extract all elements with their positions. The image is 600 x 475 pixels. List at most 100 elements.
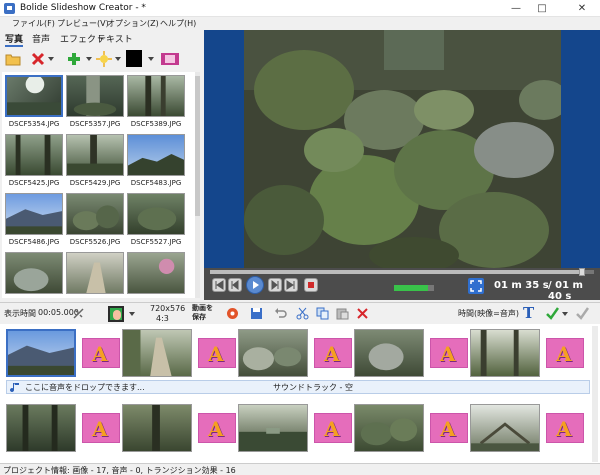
volume-level xyxy=(394,285,428,291)
delete-icon[interactable] xyxy=(30,51,46,67)
storyboard-transition[interactable]: A xyxy=(314,338,352,368)
gallery-thumbnail[interactable] xyxy=(5,134,63,176)
slide-controls: 表示時間 00:05.000 720x576 4:3 動画を保存 時間(映像=音… xyxy=(0,302,600,324)
stop-button[interactable] xyxy=(304,278,318,292)
gallery-thumbnail[interactable] xyxy=(127,252,185,294)
effect-dropdown-icon[interactable] xyxy=(115,57,121,61)
maximize-button[interactable]: □ xyxy=(530,0,554,17)
volume-slider[interactable] xyxy=(394,285,434,291)
paste-icon[interactable] xyxy=(336,307,349,320)
menu-preview[interactable]: プレビュー(V) xyxy=(57,18,109,29)
storyboard-transition[interactable]: A xyxy=(430,338,468,368)
storyboard-transition[interactable]: A xyxy=(546,413,584,443)
skip-end-button[interactable] xyxy=(284,278,298,292)
storyboard-slide[interactable] xyxy=(470,329,540,377)
delete-dropdown-icon[interactable] xyxy=(48,57,54,61)
storyboard-scrollbar[interactable] xyxy=(592,326,598,462)
window-title: Bolide Slideshow Creator - * xyxy=(20,3,146,13)
photo-gallery: DSCF5354.JPG DSCF5357.JPG DSCF5389.JPG D… xyxy=(2,72,196,298)
total-time: / 01 m 40 s xyxy=(548,280,583,302)
gallery-thumbnail[interactable] xyxy=(127,134,185,176)
music-note-icon xyxy=(10,383,19,393)
storyboard-transition[interactable]: A xyxy=(314,413,352,443)
undo-icon[interactable] xyxy=(274,307,287,320)
gallery-label: DSCF5354.JPG xyxy=(8,120,60,128)
sparkle-icon[interactable] xyxy=(96,51,112,67)
remove-icon[interactable] xyxy=(356,307,369,320)
gallery-scrollbar-thumb[interactable] xyxy=(195,76,200,216)
resolution-text[interactable]: 720x576 xyxy=(150,304,185,313)
gallery-thumbnail[interactable] xyxy=(5,252,63,294)
open-folder-icon[interactable] xyxy=(5,51,21,67)
gallery-thumbnail[interactable] xyxy=(5,193,63,235)
aspect-text[interactable]: 4:3 xyxy=(156,314,169,323)
save-video-button[interactable]: 動画を保存 xyxy=(192,304,216,322)
soundtrack-label: サウンドトラック - 空 xyxy=(273,383,353,392)
color-dropdown-icon[interactable] xyxy=(148,57,154,61)
storyboard-transition[interactable]: A xyxy=(82,338,120,368)
time-mode-label[interactable]: 時間(映像=音声) xyxy=(458,308,519,319)
sound-drop-hint: ここに音声をドロップできます... xyxy=(25,383,145,392)
player-controls: 01 m 35 s / 01 m 40 s xyxy=(204,268,600,302)
gallery-thumbnail[interactable] xyxy=(66,134,124,176)
next-button[interactable] xyxy=(268,278,282,292)
gallery-thumbnail[interactable] xyxy=(66,193,124,235)
gallery-thumbnail[interactable] xyxy=(127,75,185,117)
previous-button[interactable] xyxy=(228,278,242,292)
save-icon[interactable] xyxy=(250,307,263,320)
gallery-label: DSCF5486.JPG xyxy=(8,238,60,246)
filmstrip-icon[interactable] xyxy=(160,51,180,67)
storyboard-transition[interactable]: A xyxy=(430,413,468,443)
background-picker[interactable] xyxy=(108,306,124,322)
storyboard-slide[interactable] xyxy=(238,404,308,452)
tab-audio[interactable]: 音声 xyxy=(32,32,50,45)
gallery-thumbnail[interactable] xyxy=(66,252,124,294)
tab-text[interactable]: テキスト xyxy=(97,32,133,45)
copy-icon[interactable] xyxy=(316,307,329,320)
storyboard-slide[interactable] xyxy=(122,404,192,452)
tab-photos[interactable]: 写真 xyxy=(5,32,24,47)
gallery-label: DSCF5527.JPG xyxy=(130,238,182,246)
storyboard-slide[interactable] xyxy=(238,329,308,377)
gallery-label: DSCF5425.JPG xyxy=(8,179,60,187)
storyboard-transition[interactable]: A xyxy=(546,338,584,368)
add-text-icon[interactable]: T xyxy=(523,304,534,322)
background-color-swatch[interactable] xyxy=(126,50,142,67)
storyboard-transition[interactable]: A xyxy=(198,413,236,443)
close-button[interactable]: ✕ xyxy=(570,0,594,17)
fullscreen-button[interactable] xyxy=(468,278,484,294)
check-all-icon[interactable] xyxy=(576,307,589,320)
storyboard-slide[interactable] xyxy=(354,404,424,452)
storyboard-transition[interactable]: A xyxy=(82,413,120,443)
background-dropdown-icon[interactable] xyxy=(129,312,135,316)
soundtrack-row[interactable]: ここに音声をドロップできます... サウンドトラック - 空 xyxy=(6,380,590,394)
gallery-scrollbar[interactable] xyxy=(195,72,200,298)
menu-file[interactable]: ファイル(F) xyxy=(12,18,55,29)
storyboard-transition[interactable]: A xyxy=(198,338,236,368)
check-icon[interactable] xyxy=(546,307,559,320)
timeline-knob[interactable] xyxy=(579,268,585,276)
skip-start-button[interactable] xyxy=(212,278,226,292)
gallery-thumbnail[interactable] xyxy=(66,75,124,117)
gallery-thumbnail[interactable] xyxy=(127,193,185,235)
menu-options[interactable]: オプション(Z) xyxy=(107,18,159,29)
storyboard-slide[interactable] xyxy=(6,329,76,377)
menu-help[interactable]: ヘルプ(H) xyxy=(160,18,196,29)
minimize-button[interactable]: — xyxy=(504,0,528,17)
storyboard-slide[interactable] xyxy=(6,404,76,452)
storyboard-slide[interactable] xyxy=(470,404,540,452)
check-dropdown-icon[interactable] xyxy=(562,312,568,316)
gallery-thumbnail[interactable] xyxy=(5,75,63,117)
add-dropdown-icon[interactable] xyxy=(86,57,92,61)
preview-image xyxy=(244,30,561,268)
cut-icon[interactable] xyxy=(296,307,309,320)
storyboard-slide[interactable] xyxy=(122,329,192,377)
record-icon[interactable] xyxy=(226,307,239,320)
timeline-slider[interactable] xyxy=(210,268,594,276)
play-button[interactable] xyxy=(246,276,264,294)
project-info: プロジェクト情報: 画像 - 17, 音声 - 0, トランジション効果 - 1… xyxy=(3,466,236,475)
apply-all-icon[interactable] xyxy=(72,307,85,320)
media-tabs: 写真 音声 エフェクト テキスト xyxy=(0,31,200,47)
storyboard-slide[interactable] xyxy=(354,329,424,377)
add-icon[interactable] xyxy=(66,51,82,67)
